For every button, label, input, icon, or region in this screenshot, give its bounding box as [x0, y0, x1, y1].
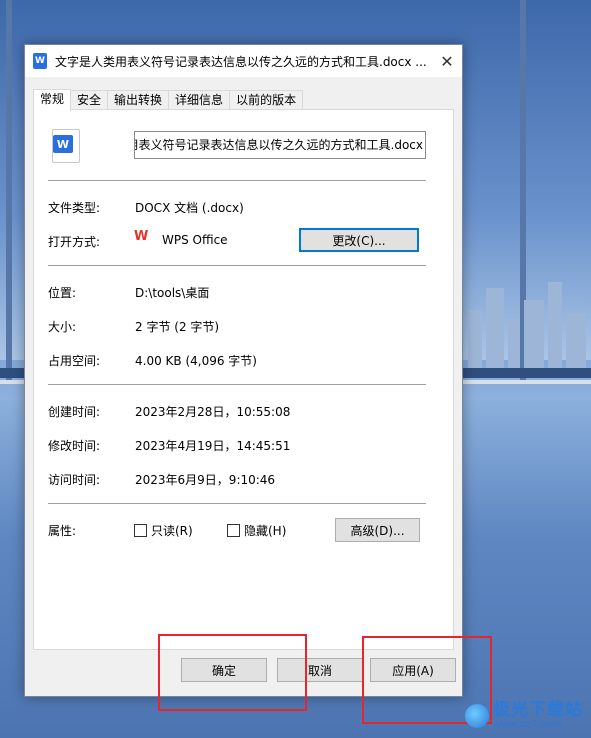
tab-details[interactable]: 详细信息	[168, 90, 231, 110]
size-value: 2 字节 (2 字节)	[135, 320, 220, 334]
watermark-title: 极光下载站	[493, 699, 583, 720]
modified-value: 2023年4月19日，14:45:51	[135, 439, 291, 453]
file-type-label: 文件类型:	[48, 201, 101, 215]
filename-input[interactable]: 文字是人类用表义符号记录表达信息以传之久远的方式和工具.docx	[134, 131, 426, 159]
readonly-checkbox[interactable]: 只读(R)	[134, 522, 193, 539]
close-button[interactable]: ✕	[432, 45, 462, 77]
created-value: 2023年2月28日，10:55:08	[135, 405, 291, 419]
docx-file-icon: W	[52, 129, 80, 163]
separator-1	[48, 180, 426, 181]
separator-2	[48, 265, 426, 266]
bridge-tower-left	[6, 0, 12, 380]
tab-output-convert[interactable]: 输出转换	[107, 90, 170, 110]
site-watermark: 极光下载站 www.xz7.com	[465, 699, 583, 730]
general-tab-panel: W 文字是人类用表义符号记录表达信息以传之久远的方式和工具.docx 文件类型:…	[33, 109, 454, 650]
modified-label: 修改时间:	[48, 439, 101, 453]
tab-general[interactable]: 常规	[33, 89, 72, 111]
watermark-logo-icon	[465, 703, 489, 728]
readonly-checkbox-box[interactable]	[134, 524, 147, 537]
separator-4	[48, 503, 426, 504]
hidden-checkbox[interactable]: 隐藏(H)	[227, 522, 286, 539]
tab-strip: 常规 安全 输出转换 详细信息 以前的版本	[33, 89, 304, 111]
size-label: 大小:	[48, 320, 77, 334]
tab-previous-versions[interactable]: 以前的版本	[229, 90, 304, 110]
created-label: 创建时间:	[48, 405, 101, 419]
readonly-checkbox-label: 只读(R)	[151, 524, 193, 538]
location-value: D:\tools\桌面	[135, 286, 210, 300]
file-type-value: DOCX 文档 (.docx)	[135, 201, 244, 215]
change-button[interactable]: 更改(C)...	[299, 228, 419, 252]
attributes-label: 属性:	[48, 524, 77, 538]
separator-3	[48, 384, 426, 385]
disk-size-label: 占用空间:	[48, 354, 101, 368]
accessed-value: 2023年6月9日，9:10:46	[135, 473, 276, 487]
advanced-button[interactable]: 高级(D)...	[335, 518, 420, 542]
open-with-label: 打开方式:	[48, 235, 101, 249]
hidden-checkbox-box[interactable]	[227, 524, 240, 537]
open-with-value: WPS Office	[162, 233, 228, 247]
properties-dialog: W 文字是人类用表义符号记录表达信息以传之久远的方式和工具.docx ... ✕…	[24, 44, 463, 697]
highlight-ok-cancel	[158, 634, 307, 711]
city-skyline	[460, 280, 591, 370]
accessed-label: 访问时间:	[48, 473, 101, 487]
window-title: 文字是人类用表义符号记录表达信息以传之久远的方式和工具.docx ...	[55, 54, 427, 69]
word-doc-icon: W	[33, 53, 47, 69]
hidden-checkbox-label: 隐藏(H)	[244, 524, 287, 538]
tab-security[interactable]: 安全	[70, 90, 109, 110]
disk-size-value: 4.00 KB (4,096 字节)	[135, 354, 257, 368]
location-label: 位置:	[48, 286, 77, 300]
watermark-url: www.xz7.com	[493, 718, 562, 730]
title-bar: W 文字是人类用表义符号记录表达信息以传之久远的方式和工具.docx ... ✕	[25, 45, 462, 77]
wps-office-icon: W	[134, 229, 149, 244]
